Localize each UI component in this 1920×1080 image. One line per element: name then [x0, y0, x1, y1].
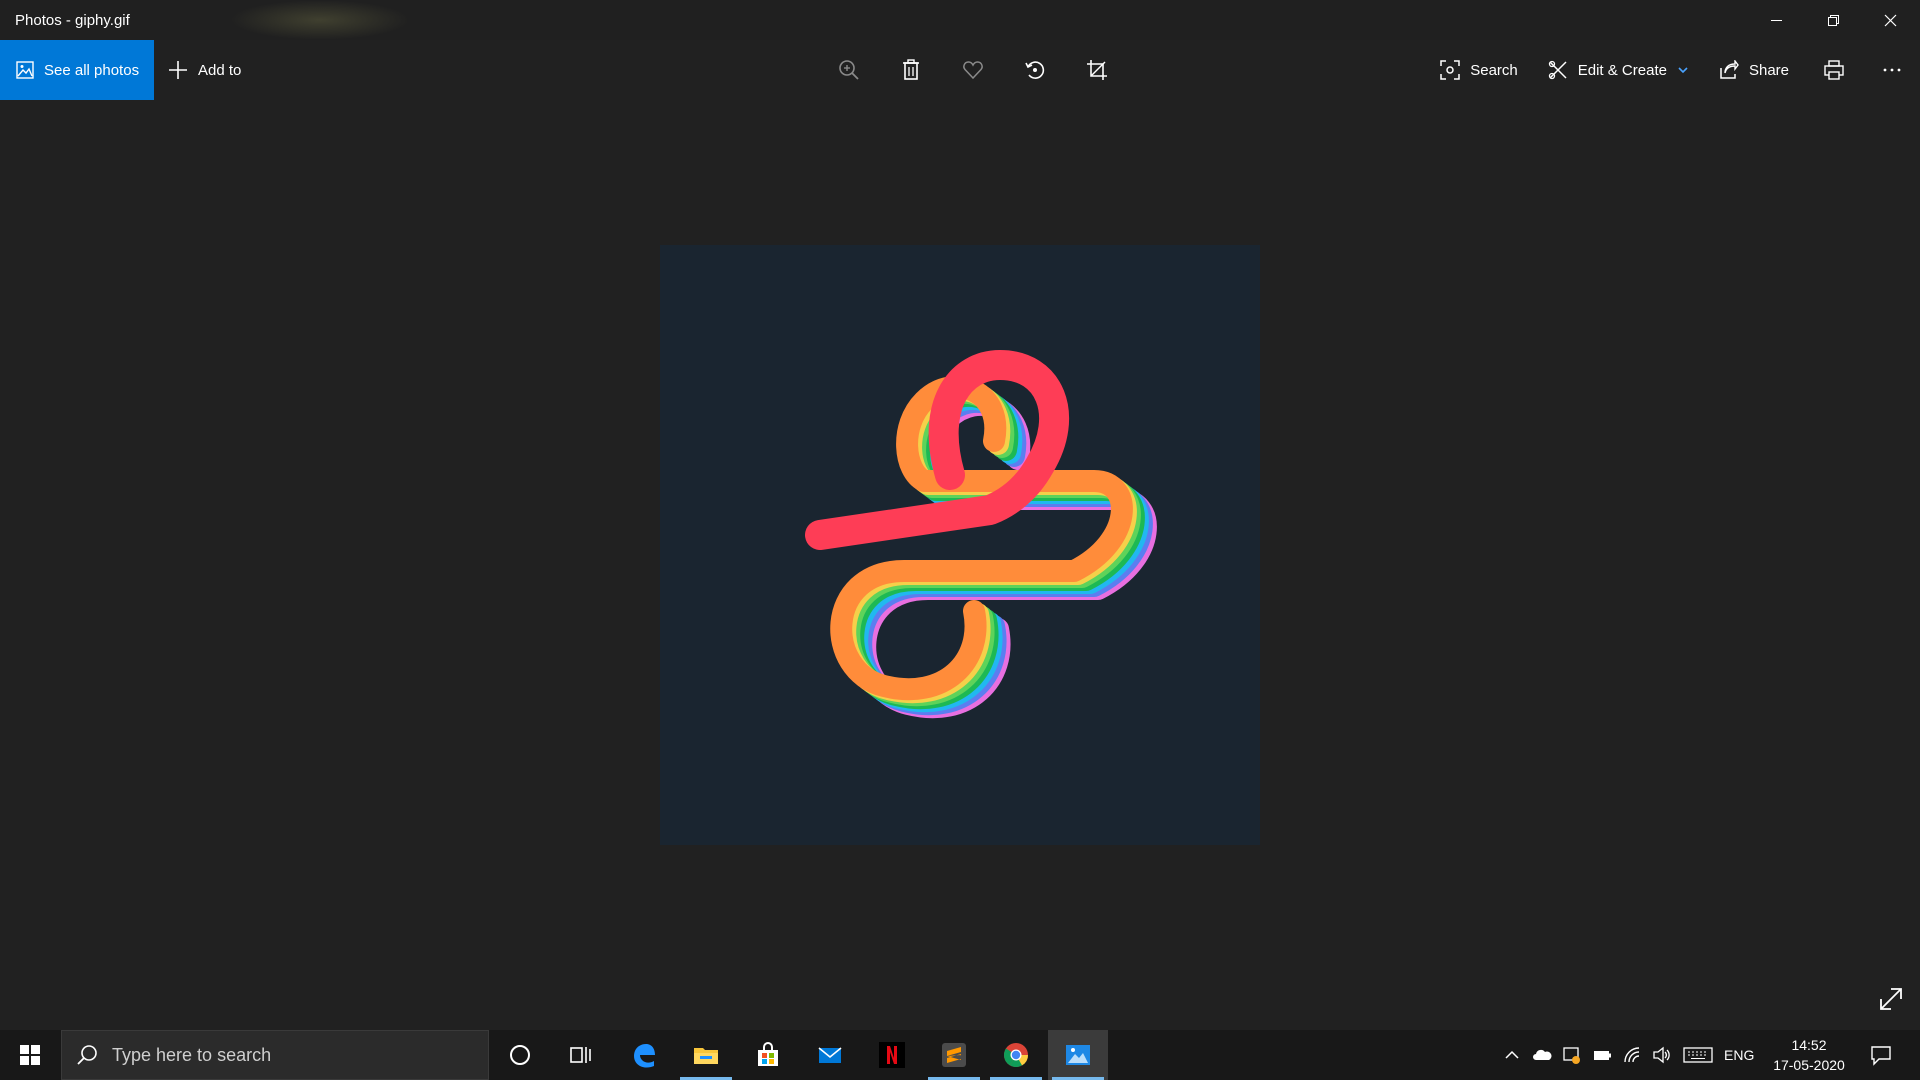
- center-tools: [818, 40, 1128, 100]
- rotate-button[interactable]: [1004, 40, 1066, 100]
- close-icon: [1884, 14, 1897, 26]
- delete-button[interactable]: [880, 40, 942, 100]
- security-status-icon: [1563, 1047, 1580, 1064]
- edit-create-icon: [1548, 60, 1567, 80]
- rotate-icon: [1025, 61, 1045, 79]
- language-label: ENG: [1724, 1047, 1755, 1063]
- security-button[interactable]: [1558, 1030, 1586, 1080]
- crop-button[interactable]: [1066, 40, 1128, 100]
- onedrive-icon: [1533, 1049, 1552, 1060]
- sublime-text-button[interactable]: [924, 1030, 984, 1080]
- search-button[interactable]: Search: [1425, 40, 1533, 100]
- edit-create-label: Edit & Create: [1577, 61, 1667, 79]
- plus-icon: [169, 61, 187, 79]
- clock-time: 14:52: [1791, 1037, 1827, 1053]
- show-hidden-icons-button[interactable]: [1500, 1030, 1524, 1080]
- wifi-icon: [1624, 1047, 1640, 1063]
- network-button[interactable]: [1618, 1030, 1646, 1080]
- delete-icon: [903, 59, 919, 80]
- right-tools: Search Edit & Create Share: [1425, 40, 1920, 100]
- onedrive-button[interactable]: [1528, 1030, 1556, 1080]
- window-title: Photos - giphy.gif: [15, 12, 130, 29]
- chrome-button[interactable]: [986, 1030, 1046, 1080]
- toolbar: See all photos Add to Search Edit & Crea…: [0, 40, 1920, 100]
- share-label: Share: [1748, 61, 1789, 79]
- mail-button[interactable]: [800, 1030, 860, 1080]
- sublime-text-icon: [942, 1043, 966, 1067]
- search-label: Search: [1470, 61, 1518, 79]
- mail-icon: [818, 1047, 842, 1063]
- file-explorer-icon: [694, 1048, 718, 1064]
- displayed-image[interactable]: [660, 245, 1260, 845]
- minimize-icon: [1771, 19, 1782, 21]
- store-button[interactable]: [738, 1030, 798, 1080]
- volume-button[interactable]: [1648, 1030, 1676, 1080]
- taskbar-search-input[interactable]: Type here to search: [61, 1030, 489, 1080]
- edge-icon: [634, 1044, 655, 1068]
- print-icon: [1824, 60, 1844, 80]
- edge-button[interactable]: [614, 1030, 674, 1080]
- windows-logo-icon: [20, 1045, 40, 1065]
- rainbow-infinity-logo: [805, 350, 1157, 719]
- restore-icon: [1828, 14, 1839, 26]
- taskbar: Type here to search ENG 14:52 17-05-2020: [0, 1030, 1920, 1080]
- search-icon: [77, 1045, 97, 1065]
- more-button[interactable]: [1864, 40, 1920, 100]
- chevron-down-icon: [1678, 67, 1688, 74]
- print-button[interactable]: [1804, 40, 1864, 100]
- title-bar: Photos - giphy.gif: [0, 0, 1920, 40]
- file-explorer-button[interactable]: [676, 1030, 736, 1080]
- task-view-icon: [570, 1047, 591, 1063]
- cortana-button[interactable]: [490, 1030, 550, 1080]
- store-icon: [758, 1042, 778, 1066]
- more-icon: [1883, 68, 1901, 72]
- add-to-button[interactable]: Add to: [168, 40, 241, 100]
- chrome-icon: [1004, 1043, 1028, 1068]
- share-icon: [1720, 60, 1739, 79]
- visual-search-icon: [1440, 60, 1460, 80]
- title-bar-blur: [230, 0, 410, 40]
- start-button[interactable]: [0, 1030, 60, 1080]
- zoom-icon: [839, 60, 859, 80]
- battery-icon: [1594, 1051, 1611, 1060]
- task-view-button[interactable]: [550, 1030, 610, 1080]
- see-all-photos-button[interactable]: See all photos: [0, 40, 154, 100]
- fullscreen-button[interactable]: [1876, 984, 1906, 1014]
- cortana-icon: [510, 1045, 530, 1065]
- heart-icon: [963, 61, 983, 80]
- battery-button[interactable]: [1588, 1030, 1616, 1080]
- keyboard-icon: [1683, 1047, 1713, 1063]
- photos-gallery-icon: [16, 61, 34, 79]
- restore-button[interactable]: [1805, 0, 1862, 40]
- expand-icon: [1880, 988, 1902, 1010]
- netflix-button[interactable]: [862, 1030, 922, 1080]
- photos-button[interactable]: [1048, 1030, 1108, 1080]
- share-button[interactable]: Share: [1704, 40, 1804, 100]
- see-all-photos-label: See all photos: [44, 61, 140, 79]
- photos-icon: [1066, 1045, 1090, 1065]
- netflix-icon: [879, 1042, 905, 1068]
- touch-keyboard-button[interactable]: [1680, 1030, 1716, 1080]
- chevron-up-icon: [1505, 1050, 1519, 1059]
- clock-date: 17-05-2020: [1773, 1057, 1845, 1073]
- edit-create-button[interactable]: Edit & Create: [1533, 40, 1704, 100]
- add-to-label: Add to: [198, 61, 242, 79]
- search-placeholder: Type here to search: [112, 1044, 272, 1065]
- minimize-button[interactable]: [1748, 0, 1805, 40]
- notification-icon: [1871, 1046, 1891, 1066]
- clock[interactable]: 14:52 17-05-2020: [1764, 1030, 1854, 1080]
- volume-icon: [1653, 1046, 1670, 1064]
- action-center-button[interactable]: [1858, 1030, 1904, 1080]
- crop-icon: [1087, 60, 1107, 80]
- language-indicator[interactable]: ENG: [1724, 1030, 1754, 1080]
- favorite-button[interactable]: [942, 40, 1004, 100]
- zoom-button[interactable]: [818, 40, 880, 100]
- close-button[interactable]: [1862, 0, 1919, 40]
